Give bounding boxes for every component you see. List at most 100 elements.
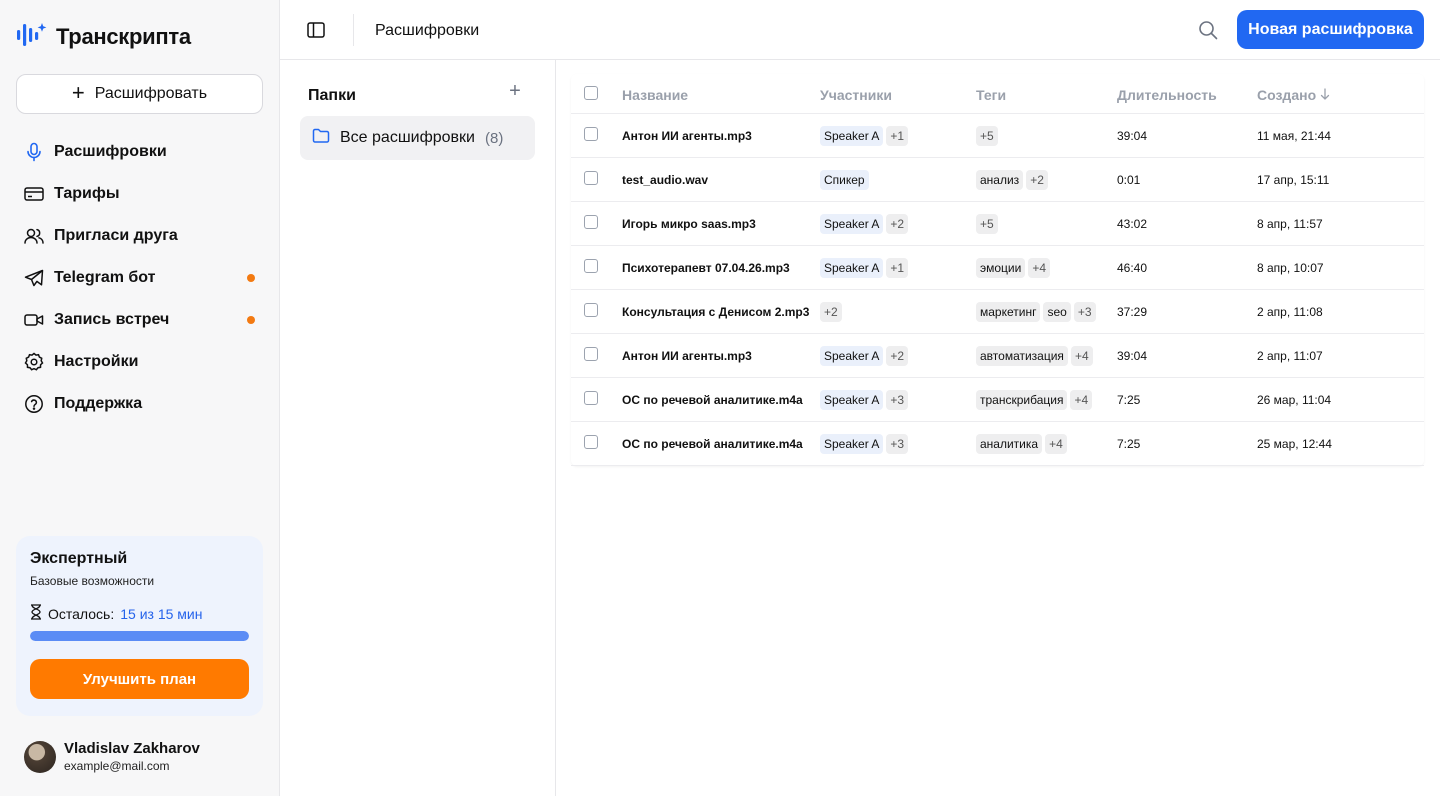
table-row[interactable]: Антон ИИ агенты.mp3 Speaker A +1 +5 39:04 11 … [571, 114, 1424, 158]
logo[interactable]: Транскрипта [16, 22, 191, 52]
column-name[interactable]: Название [622, 87, 688, 103]
tags-cell: транскрибация +4 [976, 378, 1095, 422]
participant-chip: Speaker A [820, 126, 884, 146]
upgrade-plan-button[interactable]: Улучшить план [30, 659, 249, 699]
duration: 46:40 [1117, 261, 1148, 275]
participants-more-badge: +3 [886, 390, 909, 410]
folders-title: Папки [308, 87, 356, 104]
participant-chip: Speaker A [820, 214, 884, 234]
table-header: Название Участники Теги Длительность Соз… [571, 74, 1424, 114]
sidebar-item-support[interactable]: Поддержка [16, 383, 263, 425]
tags-cell: эмоции +4 [976, 246, 1053, 290]
participant-chip: Speaker A [820, 346, 884, 366]
tags-cell: +5 [976, 202, 1001, 246]
notification-dot [247, 316, 255, 324]
sidebar-item-invite[interactable]: Пригласи друга [16, 215, 263, 257]
sidebar-item-label: Расшифровки [54, 143, 167, 160]
tags-more-badge: +5 [976, 214, 998, 234]
plan-remaining: Осталось: 15 из 15 мин [30, 604, 249, 623]
tags-cell: +5 [976, 114, 1001, 158]
row-checkbox[interactable] [584, 303, 598, 317]
avatar [24, 740, 56, 773]
transcribe-button[interactable]: + Расшифровать [16, 74, 263, 114]
column-participants[interactable]: Участники [820, 87, 892, 103]
app-name: Транскрипта [56, 24, 191, 49]
tags-cell: аналитика +4 [976, 422, 1070, 466]
sidebar-item-telegram[interactable]: Telegram бот [16, 257, 263, 299]
file-name: Психотерапевт 07.04.26.mp3 [622, 261, 790, 275]
plan-name: Экспертный [30, 550, 128, 567]
sidebar-item-meetings[interactable]: Запись встреч [16, 299, 263, 341]
topbar-divider [353, 14, 354, 46]
file-name: Антон ИИ агенты.mp3 [622, 349, 752, 363]
sidebar: Транскрипта + Расшифровать Расшифровки Т… [0, 0, 280, 796]
add-folder-icon[interactable]: + [506, 81, 524, 101]
sidebar-toggle-icon[interactable] [306, 20, 326, 40]
sidebar-nav: Расшифровки Тарифы Пригласи друга Telegr… [16, 131, 263, 425]
row-checkbox[interactable] [584, 171, 598, 185]
file-name: Игорь микро saas.mp3 [622, 217, 756, 231]
plan-remaining-label: Осталось: [48, 605, 115, 622]
table-row[interactable]: test_audio.wav Спикер анализ +2 0:01 17 апр, … [571, 158, 1424, 202]
row-checkbox[interactable] [584, 127, 598, 141]
sidebar-item-label: Поддержка [54, 395, 143, 412]
table-row[interactable]: Игорь микро saas.mp3 Speaker A +2 +5 43:02 8 … [571, 202, 1424, 246]
plan-progress-fill [30, 631, 249, 641]
user-profile[interactable]: Vladislav Zakharov example@mail.com [24, 740, 200, 773]
tags-more-badge: +3 [1073, 302, 1096, 322]
user-email: example@mail.com [64, 759, 170, 773]
row-checkbox[interactable] [584, 435, 598, 449]
table-row[interactable]: ОС по речевой аналитике.m4a Speaker A +3 тр… [571, 378, 1424, 422]
sidebar-item-label: Telegram бот [54, 269, 156, 286]
participants-more-badge: +3 [886, 434, 909, 454]
hourglass-icon [30, 604, 42, 623]
row-checkbox[interactable] [584, 215, 598, 229]
table-body: Антон ИИ агенты.mp3 Speaker A +1 +5 39:04 11 … [571, 114, 1424, 466]
participants-more-badge: +2 [886, 214, 909, 234]
tags-more-badge: +4 [1045, 434, 1067, 454]
table-row[interactable]: ОС по речевой аналитике.m4a Speaker A +3 ан… [571, 422, 1424, 466]
tag-chip: транскрибация [976, 390, 1068, 410]
column-created[interactable]: Создано [1257, 87, 1330, 103]
new-transcription-button[interactable]: Новая расшифровка [1237, 10, 1424, 49]
participants-cell: Speaker A +2 [820, 202, 911, 246]
created-date: 2 апр, 11:07 [1257, 349, 1323, 363]
participants-more-badge: +1 [886, 258, 909, 278]
participant-chip: Speaker A [820, 390, 884, 410]
sidebar-item-tariffs[interactable]: Тарифы [16, 173, 263, 215]
participants-cell: Спикер [820, 158, 872, 202]
sidebar-item-label: Запись встреч [54, 311, 170, 328]
sidebar-item-settings[interactable]: Настройки [16, 341, 263, 383]
column-tags[interactable]: Теги [976, 87, 1006, 103]
duration: 39:04 [1117, 129, 1148, 143]
sidebar-item-transcriptions[interactable]: Расшифровки [16, 131, 263, 173]
row-checkbox[interactable] [584, 391, 598, 405]
user-name: Vladislav Zakharov [64, 740, 200, 757]
participants-more-badge: +1 [886, 126, 909, 146]
tags-more-badge: +4 [1028, 258, 1051, 278]
created-date: 2 апр, 11:08 [1257, 305, 1323, 319]
select-all-checkbox[interactable] [584, 86, 598, 100]
users-icon [24, 226, 44, 246]
tags-cell: маркетинг seo +3 [976, 290, 1099, 334]
duration: 39:04 [1117, 349, 1148, 363]
participant-chip: Speaker A [820, 258, 884, 278]
video-camera-icon [24, 310, 44, 330]
folder-label: Все расшифровки [340, 129, 475, 146]
table-row[interactable]: Антон ИИ агенты.mp3 Speaker A +2 автоматиза… [571, 334, 1424, 378]
settings-icon [24, 352, 44, 372]
search-icon[interactable] [1198, 20, 1218, 40]
folder-item-all[interactable]: Все расшифровки (8) [300, 116, 535, 160]
microphone-icon [24, 142, 44, 162]
duration: 43:02 [1117, 217, 1148, 231]
plan-subtitle: Базовые возможности [30, 574, 155, 588]
table-row[interactable]: Психотерапевт 07.04.26.mp3 Speaker A +1 эмо… [571, 246, 1424, 290]
duration: 7:25 [1117, 393, 1141, 407]
row-checkbox[interactable] [584, 259, 598, 273]
table-row[interactable]: Консультация с Денисом 2.mp3 +2 маркетинг s… [571, 290, 1424, 334]
created-date: 11 мая, 21:44 [1257, 129, 1331, 143]
column-duration[interactable]: Длительность [1117, 87, 1217, 103]
tag-chip: seo [1043, 302, 1071, 322]
transcriptions-table: Название Участники Теги Длительность Соз… [571, 74, 1424, 466]
row-checkbox[interactable] [584, 347, 598, 361]
